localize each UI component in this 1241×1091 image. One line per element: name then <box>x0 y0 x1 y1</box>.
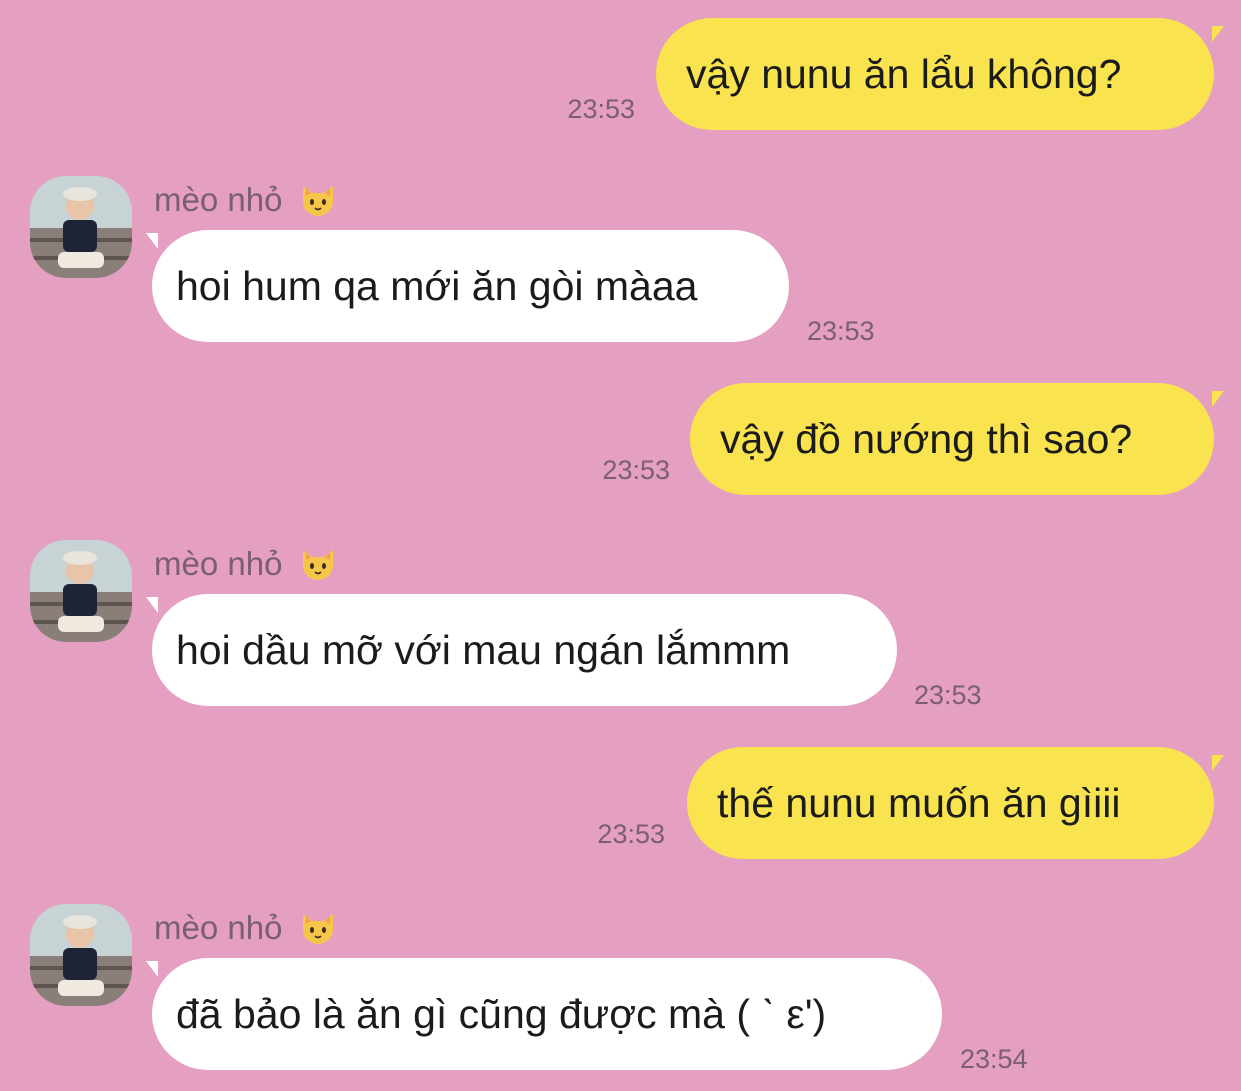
bubble-tail <box>146 597 158 613</box>
cat-face-icon <box>298 544 338 584</box>
avatar-photo <box>30 176 132 278</box>
message-row-incoming: mèo nhỏ đã bảo là ăn gì cũng được mà ( ˋ… <box>0 904 1241 1084</box>
message-timestamp: 23:53 <box>914 680 982 710</box>
avatar-photo <box>30 904 132 1006</box>
bubble-tail <box>1212 755 1224 771</box>
message-row-incoming: mèo nhỏ hoi hum qa mới ăn gòi màaa 23:53 <box>0 176 1241 346</box>
message-timestamp: 23:54 <box>960 1044 1028 1074</box>
bubble-tail <box>1212 26 1224 42</box>
message-bubble-incoming[interactable]: hoi hum qa mới ăn gòi màaa <box>152 230 789 342</box>
cat-face-icon <box>298 908 338 948</box>
sender-name: mèo nhỏ <box>154 908 338 948</box>
message-timestamp: 23:53 <box>567 94 635 124</box>
message-timestamp: 23:53 <box>807 316 875 346</box>
message-bubble-incoming[interactable]: hoi dầu mỡ với mau ngán lắmmm <box>152 594 897 706</box>
message-bubble-outgoing[interactable]: thế nunu muốn ăn gìiii <box>687 747 1214 859</box>
sender-name: mèo nhỏ <box>154 180 338 220</box>
message-bubble-outgoing[interactable]: vậy đồ nướng thì sao? <box>690 383 1214 495</box>
bubble-tail <box>1212 391 1224 407</box>
message-timestamp: 23:53 <box>602 455 670 485</box>
bubble-tail <box>146 961 158 977</box>
message-row-outgoing: 23:53 vậy nunu ăn lẩu không? <box>0 18 1241 138</box>
avatar[interactable] <box>30 904 132 1006</box>
sender-name-label: mèo nhỏ <box>154 909 283 946</box>
bubble-tail <box>146 233 158 249</box>
cat-face-icon <box>298 180 338 220</box>
sender-name-label: mèo nhỏ <box>154 181 283 218</box>
sender-name-label: mèo nhỏ <box>154 545 283 582</box>
chat-view[interactable]: 23:53 vậy nunu ăn lẩu không? mèo nhỏ hoi… <box>0 0 1241 1091</box>
avatar-photo <box>30 540 132 642</box>
message-bubble-incoming[interactable]: đã bảo là ăn gì cũng được mà ( ˋ ε') <box>152 958 942 1070</box>
message-bubble-outgoing[interactable]: vậy nunu ăn lẩu không? <box>656 18 1214 130</box>
avatar[interactable] <box>30 176 132 278</box>
message-timestamp: 23:53 <box>597 819 665 849</box>
message-row-outgoing: 23:53 vậy đồ nướng thì sao? <box>0 383 1241 503</box>
avatar[interactable] <box>30 540 132 642</box>
message-row-incoming: mèo nhỏ hoi dầu mỡ với mau ngán lắmmm 23… <box>0 540 1241 710</box>
sender-name: mèo nhỏ <box>154 544 338 584</box>
message-row-outgoing: 23:53 thế nunu muốn ăn gìiii <box>0 747 1241 867</box>
